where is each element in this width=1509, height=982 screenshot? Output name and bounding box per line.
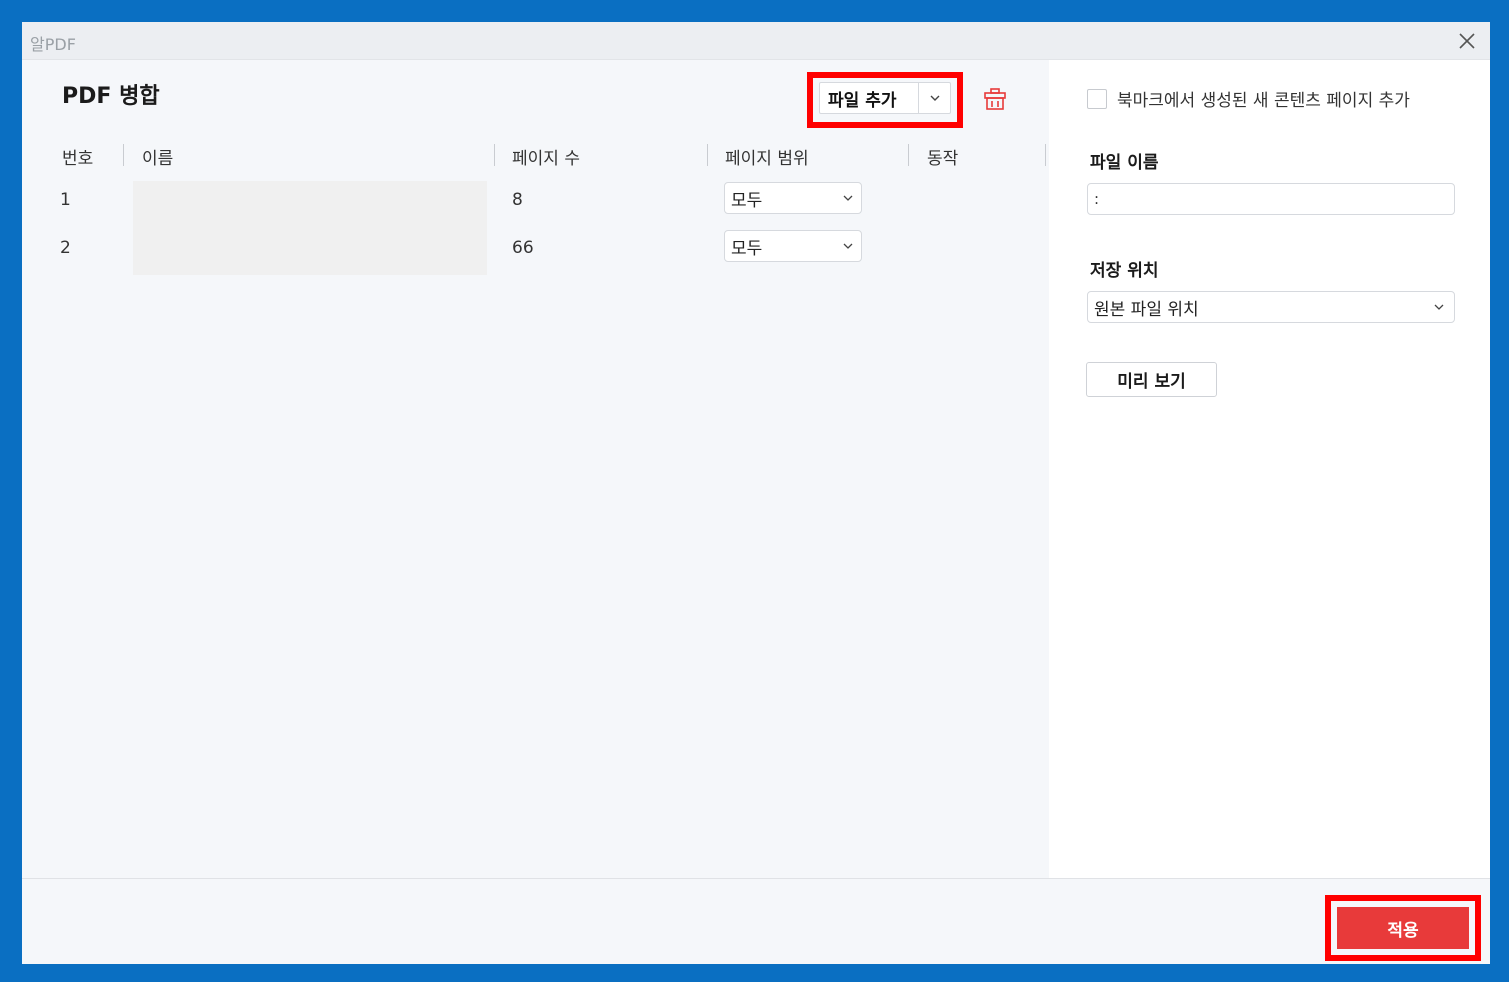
- column-divider: [1045, 144, 1046, 166]
- row-page-count: 66: [512, 238, 534, 258]
- save-location-value: 원본 파일 위치: [1094, 299, 1199, 320]
- add-file-button[interactable]: 파일 추가: [819, 82, 951, 114]
- chevron-down-icon: [930, 95, 939, 101]
- close-button[interactable]: [1452, 26, 1482, 56]
- chevron-down-icon: [843, 195, 853, 201]
- chevron-down-icon: [1434, 304, 1444, 310]
- chevron-down-icon: [843, 243, 853, 249]
- save-location-select[interactable]: 원본 파일 위치: [1087, 291, 1455, 323]
- close-icon: [1459, 33, 1475, 49]
- table-row[interactable]: 2 66 모두: [22, 226, 1049, 274]
- file-name-label: 파일 이름: [1090, 153, 1159, 173]
- column-name: 이름: [142, 149, 174, 169]
- page-range-value: 모두: [731, 190, 763, 211]
- apply-button[interactable]: 적용: [1337, 907, 1469, 949]
- column-divider: [494, 144, 495, 166]
- trash-icon: [984, 88, 1006, 110]
- app-title: 알PDF: [30, 35, 76, 54]
- file-name-input[interactable]: [1087, 183, 1455, 215]
- bookmark-checkbox[interactable]: [1087, 88, 1107, 109]
- column-number: 번호: [62, 149, 94, 169]
- table-row[interactable]: 1 8 모두: [22, 178, 1049, 226]
- column-page-range: 페이지 범위: [725, 149, 809, 169]
- preview-button[interactable]: 미리 보기: [1086, 362, 1217, 397]
- column-action: 동작: [927, 149, 959, 169]
- column-divider: [707, 144, 708, 166]
- options-pane: 북마크에서 생성된 새 콘텐츠 페이지 추가 파일 이름 저장 위치 원본 파일…: [1049, 60, 1490, 878]
- clear-list-button[interactable]: [980, 84, 1010, 114]
- footer: 적용: [22, 878, 1490, 964]
- add-file-label: 파일 추가: [828, 90, 897, 111]
- file-list-pane: PDF 병합 파일 추가 번호 이름 페이지 수 페이지 범위 동작 1 8 모…: [22, 60, 1049, 878]
- add-file-dropdown[interactable]: [918, 83, 950, 113]
- bookmark-label: 북마크에서 생성된 새 콘텐츠 페이지 추가: [1117, 91, 1410, 111]
- save-location-label: 저장 위치: [1090, 261, 1159, 281]
- column-divider: [908, 144, 909, 166]
- title-bar: 알PDF: [22, 22, 1490, 60]
- column-divider: [123, 144, 124, 166]
- page-range-select[interactable]: 모두: [724, 230, 862, 262]
- row-number: 2: [60, 238, 71, 258]
- table-header: 번호 이름 페이지 수 페이지 범위 동작: [22, 140, 1049, 172]
- row-number: 1: [60, 190, 71, 210]
- column-page-count: 페이지 수: [512, 149, 580, 169]
- page-range-select[interactable]: 모두: [724, 182, 862, 214]
- row-page-count: 8: [512, 190, 523, 210]
- page-range-value: 모두: [731, 238, 763, 259]
- page-title: PDF 병합: [62, 84, 160, 109]
- bookmark-option[interactable]: 북마크에서 생성된 새 콘텐츠 페이지 추가: [1087, 86, 1410, 111]
- pdf-merge-dialog: 알PDF PDF 병합 파일 추가 번호 이름 페이지 수 페이지 범위 동작 …: [22, 22, 1490, 964]
